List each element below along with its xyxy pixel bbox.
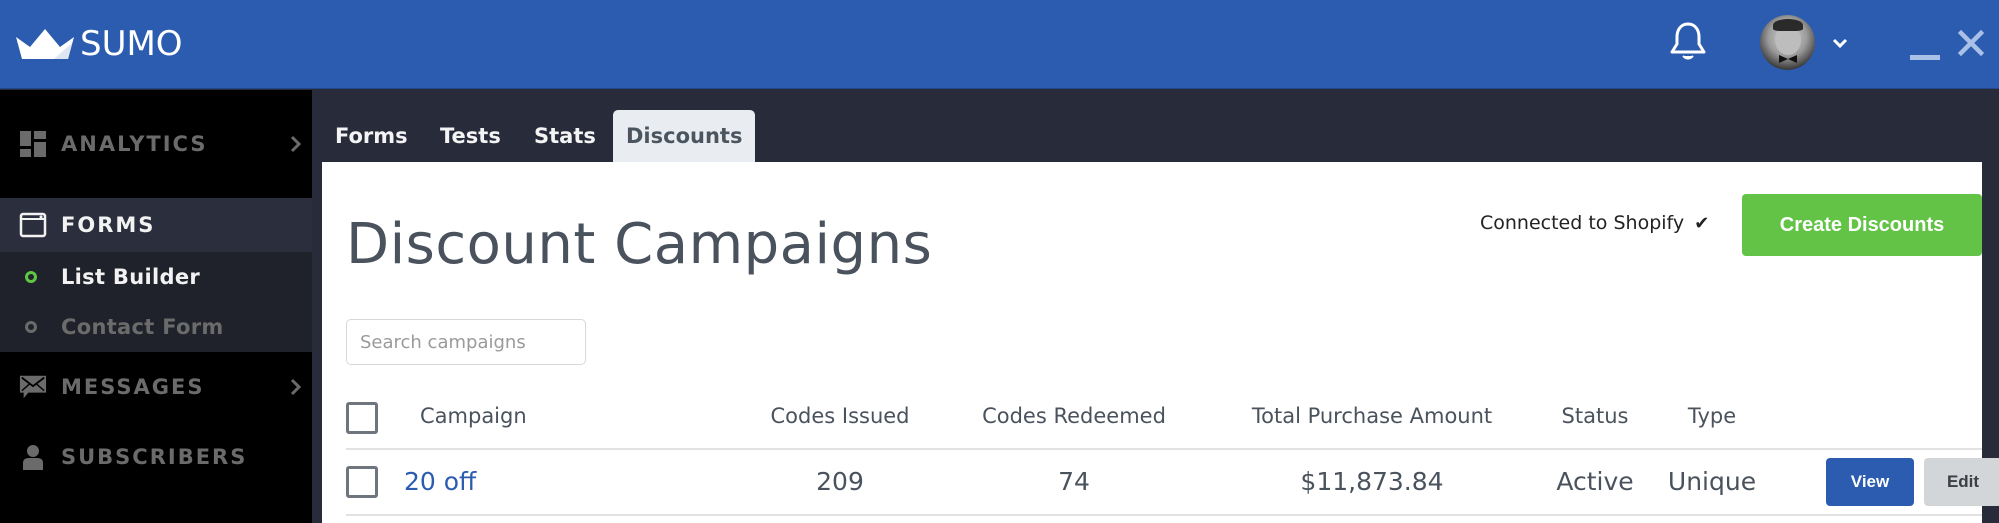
codes-redeemed-value: 74 <box>1058 467 1090 496</box>
sidebar-item-label: MESSAGES <box>61 375 205 399</box>
tab-forms[interactable]: Forms <box>322 110 421 162</box>
tab-stats[interactable]: Stats <box>521 110 609 162</box>
sidebar-subitem-label: Contact Form <box>61 315 224 339</box>
sidebar-item-analytics[interactable]: ANALYTICS <box>0 90 312 198</box>
main-content: Discount Campaigns Connected to Shopify … <box>322 162 1999 523</box>
sidebar: ANALYTICS FORMS List Builder Contact For… <box>0 90 312 523</box>
sidebar-subitem-label: List Builder <box>61 265 201 289</box>
column-header-total-purchase-amount[interactable]: Total Purchase Amount <box>1252 404 1492 428</box>
user-icon <box>19 443 47 471</box>
page-title: Discount Campaigns <box>346 212 933 277</box>
avatar-bowtie <box>1779 55 1797 63</box>
create-discounts-button[interactable]: Create Discounts <box>1742 194 1982 256</box>
status-value: Active <box>1556 467 1634 496</box>
close-icon <box>1957 29 1985 57</box>
checkmark-icon: ✔ <box>1694 213 1710 234</box>
sidebar-item-label: ANALYTICS <box>61 132 208 156</box>
shopify-connection-status: Connected to Shopify ✔ <box>1480 212 1709 234</box>
chevron-down-icon <box>1832 38 1848 49</box>
user-avatar[interactable] <box>1760 15 1815 70</box>
column-header-campaign[interactable]: Campaign <box>420 404 527 428</box>
campaign-name-link[interactable]: 20 off <box>404 467 476 496</box>
campaigns-table: Campaign Codes Issued Codes Redeemed Tot… <box>346 384 1999 516</box>
dot-icon <box>25 321 37 333</box>
active-dot-icon <box>25 271 37 283</box>
sidebar-item-label: SUBSCRIBERS <box>61 445 248 469</box>
sidebar-item-messages[interactable]: MESSAGES <box>0 352 312 422</box>
envelope-icon <box>19 373 47 401</box>
chevron-right-icon <box>290 378 302 396</box>
column-header-codes-redeemed[interactable]: Codes Redeemed <box>982 404 1166 428</box>
column-header-codes-issued[interactable]: Codes Issued <box>770 404 909 428</box>
edit-button[interactable]: Edit <box>1924 458 1999 506</box>
total-purchase-amount-value: $11,873.84 <box>1300 467 1444 496</box>
table-header: Campaign Codes Issued Codes Redeemed Tot… <box>346 384 1982 450</box>
sumo-logo[interactable]: SUMO <box>14 22 183 66</box>
sidebar-subitem-contact-form[interactable]: Contact Form <box>0 302 312 352</box>
brand-name: SUMO <box>80 24 183 64</box>
sidebar-item-label: FORMS <box>61 213 156 237</box>
column-header-type[interactable]: Type <box>1688 404 1736 428</box>
top-bar: SUMO <box>0 0 1999 89</box>
row-checkbox[interactable] <box>346 466 378 498</box>
notifications-button[interactable] <box>1668 20 1708 62</box>
view-button[interactable]: View <box>1826 458 1914 506</box>
column-header-status[interactable]: Status <box>1562 404 1629 428</box>
tab-tests[interactable]: Tests <box>427 110 514 162</box>
type-value: Unique <box>1667 467 1757 496</box>
close-button[interactable] <box>1957 29 1985 57</box>
window-icon <box>19 211 47 239</box>
dashboard-grid-icon <box>19 130 47 158</box>
select-all-checkbox[interactable] <box>346 402 378 434</box>
avatar-hair <box>1773 19 1803 31</box>
chevron-right-icon <box>290 135 302 153</box>
tab-bar: Forms Tests Stats Discounts <box>312 90 1999 162</box>
shopify-status-text: Connected to Shopify <box>1480 212 1685 234</box>
sidebar-item-subscribers[interactable]: SUBSCRIBERS <box>0 422 312 492</box>
minimize-icon <box>1910 55 1940 60</box>
search-campaigns-input[interactable] <box>346 319 586 365</box>
codes-issued-value: 209 <box>816 467 864 496</box>
sidebar-subitem-list-builder[interactable]: List Builder <box>0 252 312 302</box>
minimize-button[interactable] <box>1910 44 1940 60</box>
sidebar-item-forms[interactable]: FORMS <box>0 198 312 252</box>
tab-discounts[interactable]: Discounts <box>613 110 756 162</box>
crown-icon <box>16 29 74 59</box>
avatar-menu-toggle[interactable] <box>1832 34 1848 49</box>
table-row: 20 off 209 74 $11,873.84 Active Unique V… <box>346 450 1999 516</box>
bell-icon <box>1670 22 1706 60</box>
